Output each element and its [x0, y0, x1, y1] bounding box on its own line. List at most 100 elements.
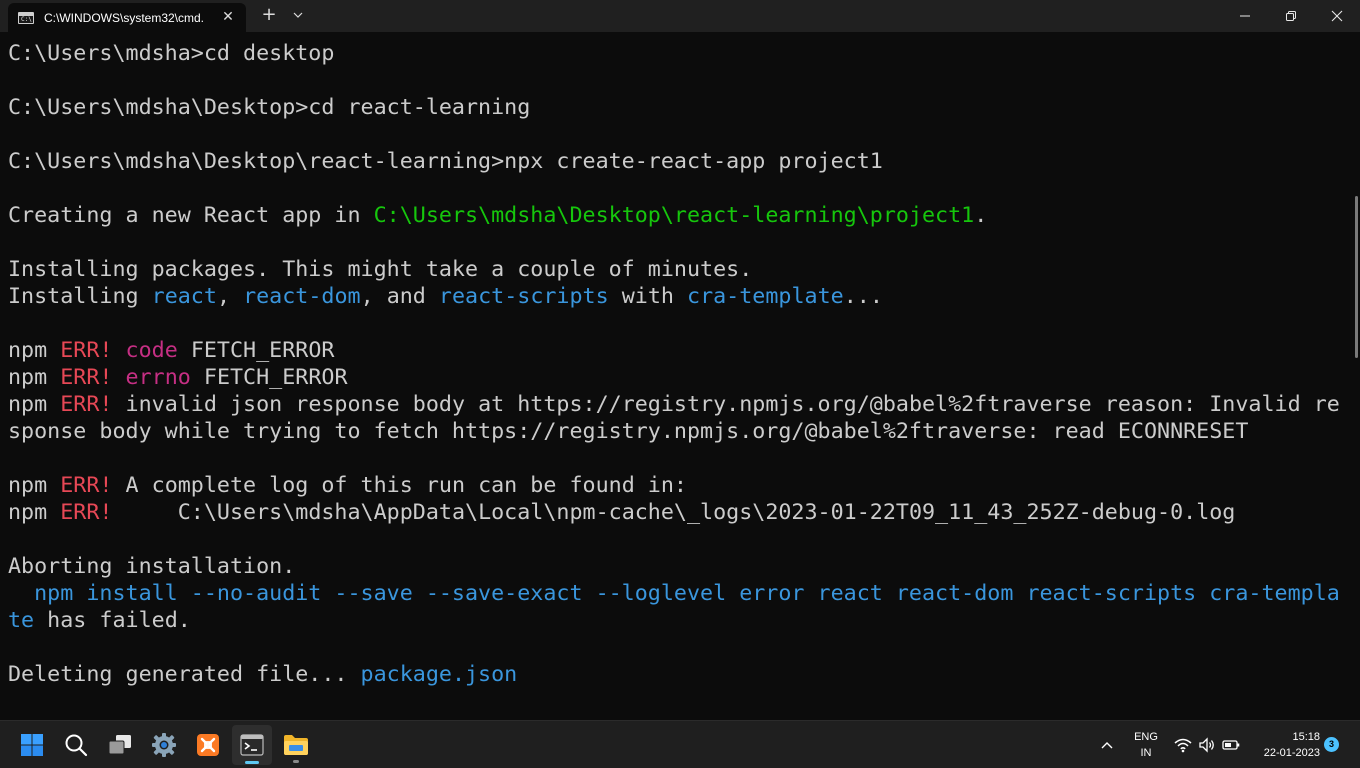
terminal-segment: sponse body while trying to fetch https:…: [8, 419, 1249, 444]
terminal-segment: ...: [843, 284, 883, 309]
terminal-line: Installing packages. This might take a c…: [8, 256, 1340, 283]
minimize-button[interactable]: [1222, 0, 1268, 32]
gear-icon: [152, 733, 176, 757]
terminal-segment: npm: [8, 473, 61, 498]
terminal-segment: ERR!: [60, 365, 113, 390]
terminal-segment: react: [151, 284, 217, 309]
terminal-app[interactable]: [232, 725, 272, 765]
close-icon: [1331, 10, 1343, 22]
terminal-segment: [112, 365, 125, 390]
terminal-segment: Creating a new React app in: [8, 203, 374, 228]
terminal-segment: cra-template: [687, 284, 844, 309]
show-hidden-icons-button[interactable]: [1094, 725, 1120, 765]
terminal-segment: C:\Users\mdsha\Desktop\react-learning>np…: [8, 149, 883, 174]
terminal-output[interactable]: C:\Users\mdsha>cd desktop C:\Users\mdsha…: [0, 32, 1360, 720]
terminal-segment: FETCH_ERROR: [177, 338, 335, 363]
terminal-segment: react-scripts: [438, 284, 609, 309]
terminal-line: te has failed.: [8, 607, 1340, 634]
terminal-line: Aborting installation.: [8, 553, 1340, 580]
chevron-down-icon: [293, 12, 303, 18]
cmd-icon-text: C:\: [21, 15, 32, 23]
tab-dropdown-button[interactable]: [287, 4, 309, 28]
cmd-icon: C:\: [18, 11, 34, 24]
maximize-button[interactable]: [1268, 0, 1314, 32]
task-view-icon: [108, 735, 131, 755]
terminal-text: C:\Users\mdsha>cd desktop C:\Users\mdsha…: [8, 40, 1340, 688]
new-tab-button[interactable]: +: [256, 4, 282, 28]
terminal-segment: .: [974, 203, 988, 228]
file-explorer-app[interactable]: [276, 725, 316, 765]
notification-badge[interactable]: 3: [1324, 737, 1339, 752]
minimize-icon: [1240, 15, 1250, 17]
start-button[interactable]: [12, 725, 52, 765]
scrollbar-thumb[interactable]: [1355, 196, 1358, 358]
xampp-app[interactable]: [188, 725, 228, 765]
title-bar: C:\ C:\WINDOWS\system32\cmd. ✕ +: [0, 0, 1360, 32]
active-indicator: [245, 761, 259, 764]
windows-logo-icon: [21, 734, 43, 756]
clock[interactable]: 15:18 22-01-2023: [1250, 729, 1320, 761]
terminal-segment: ,: [216, 284, 244, 309]
terminal-line: Deleting generated file... package.json: [8, 661, 1340, 688]
terminal-line: Creating a new React app in C:\Users\mds…: [8, 202, 1340, 229]
terminal-segment: A complete log of this run can be found …: [112, 473, 687, 498]
terminal-segment: C:\Users\mdsha\AppData\Local\npm-cache\_…: [112, 500, 1236, 525]
folder-icon: [284, 735, 308, 755]
terminal-segment: [112, 338, 125, 363]
terminal-segment: invalid json response body at https://re…: [112, 392, 1340, 417]
battery-icon: [1222, 740, 1240, 750]
language-indicator[interactable]: ENG IN: [1128, 729, 1164, 761]
terminal-segment: react-dom: [243, 284, 361, 309]
terminal-segment: package.json: [360, 662, 518, 687]
terminal-segment: ERR!: [60, 392, 113, 417]
terminal-segment: npm: [8, 338, 61, 363]
terminal-segment: npm: [8, 392, 61, 417]
task-view-button[interactable]: [100, 725, 140, 765]
chevron-up-icon: [1101, 742, 1113, 749]
language-code: ENG: [1134, 731, 1158, 743]
search-button[interactable]: [56, 725, 96, 765]
terminal-line: C:\Users\mdsha\Desktop>cd react-learning: [8, 94, 1340, 121]
clock-time: 15:18: [1292, 731, 1320, 743]
close-window-button[interactable]: [1314, 0, 1360, 32]
region-code: IN: [1140, 747, 1152, 759]
running-indicator: [293, 760, 299, 763]
terminal-segment: with: [608, 284, 688, 309]
terminal-segment: te: [8, 608, 35, 633]
search-icon: [65, 734, 88, 757]
wifi-icon: [1174, 738, 1192, 753]
terminal-line: npm ERR! A complete log of this run can …: [8, 472, 1340, 499]
terminal-segment: code: [125, 338, 178, 363]
tab-close-icon[interactable]: ✕: [218, 7, 238, 27]
tab-title: C:\WINDOWS\system32\cmd.: [44, 10, 205, 25]
terminal-segment: Aborting installation.: [8, 554, 296, 579]
terminal-segment: has failed.: [34, 608, 191, 633]
terminal-segment: ERR!: [60, 338, 113, 363]
quick-settings-button[interactable]: [1172, 725, 1242, 765]
tab-cmd[interactable]: C:\ C:\WINDOWS\system32\cmd. ✕: [8, 3, 246, 32]
terminal-segment: errno: [125, 365, 191, 390]
terminal-line: npm ERR! invalid json response body at h…: [8, 391, 1340, 418]
terminal-segment: FETCH_ERROR: [190, 365, 348, 390]
terminal-line: sponse body while trying to fetch https:…: [8, 418, 1340, 445]
terminal-segment: Installing: [8, 284, 152, 309]
terminal-line: npm ERR! errno FETCH_ERROR: [8, 364, 1340, 391]
settings-app[interactable]: [144, 725, 184, 765]
xampp-icon: [197, 734, 219, 756]
terminal-segment: npm install --no-audit --save --save-exa…: [8, 581, 1340, 606]
terminal-segment: ERR!: [60, 473, 113, 498]
clock-date: 22-01-2023: [1263, 747, 1320, 759]
terminal-segment: , and: [360, 284, 439, 309]
terminal-line: C:\Users\mdsha>cd desktop: [8, 40, 1340, 67]
terminal-line: npm ERR! C:\Users\mdsha\AppData\Local\np…: [8, 499, 1340, 526]
terminal-segment: Deleting generated file...: [8, 662, 361, 687]
terminal-segment: C:\Users\mdsha>cd desktop: [8, 41, 335, 66]
terminal-line: npm ERR! code FETCH_ERROR: [8, 337, 1340, 364]
